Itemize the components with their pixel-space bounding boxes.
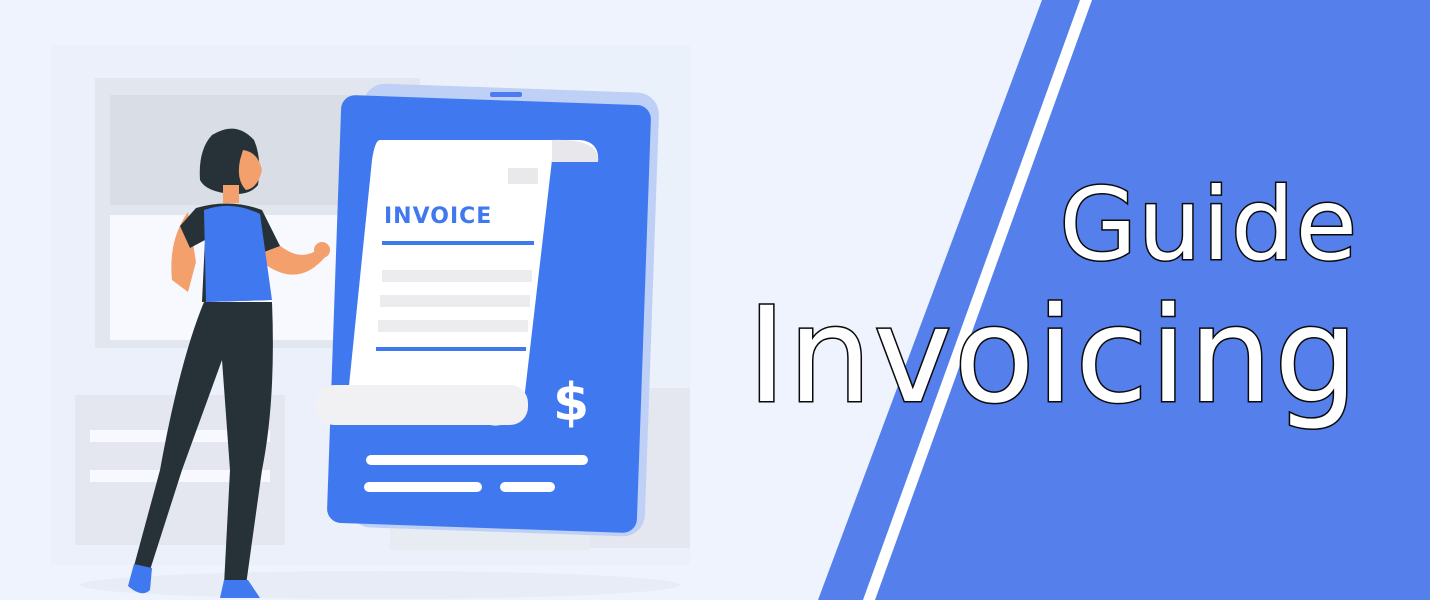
dollar-sign-icon: $: [553, 373, 589, 433]
headline-guide: Guide: [1058, 166, 1359, 283]
headline-invoicing: Invoicing: [746, 279, 1360, 433]
invoice-label: INVOICE: [384, 204, 492, 229]
